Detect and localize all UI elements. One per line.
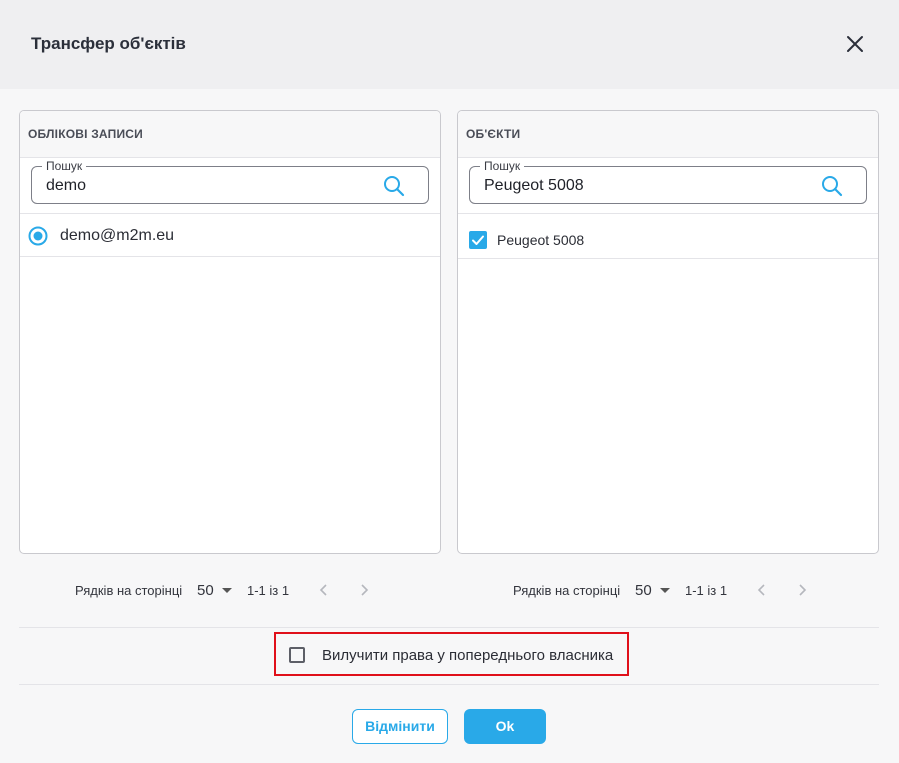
accounts-panel-header: ОБЛІКОВІ ЗАПИСИ: [20, 111, 440, 158]
objects-panel-title: ОБ'ЄКТИ: [466, 127, 521, 141]
account-label: demo@m2m.eu: [60, 227, 175, 244]
objects-search-input[interactable]: Пошук Peugeot 5008: [469, 159, 867, 204]
page-range: 1-1 із 1: [685, 583, 728, 598]
chevron-left-icon[interactable]: [754, 581, 770, 599]
objects-panel: ОБ'ЄКТИ Пошук Peugeot 5008 Peugeot 5008: [457, 110, 879, 554]
object-label: Peugeot 5008: [497, 232, 585, 248]
rows-per-page-select[interactable]: 50: [635, 582, 652, 599]
accounts-search-input[interactable]: Пошук demo: [31, 159, 429, 204]
cancel-button[interactable]: Відмінити: [352, 709, 448, 744]
revoke-rights-checkbox[interactable]: [289, 647, 305, 663]
account-list-item[interactable]: demo@m2m.eu: [20, 214, 440, 257]
dialog-header: Трансфер об'єктів: [0, 0, 899, 89]
search-icon[interactable]: [382, 174, 406, 198]
chevron-down-icon[interactable]: [660, 588, 670, 593]
objects-search-value[interactable]: Peugeot 5008: [484, 177, 584, 195]
object-list-item[interactable]: Peugeot 5008: [458, 214, 878, 259]
rows-per-page-label: Рядків на сторінці: [513, 583, 621, 598]
objects-panel-header: ОБ'ЄКТИ: [458, 111, 878, 158]
accounts-panel-title: ОБЛІКОВІ ЗАПИСИ: [28, 127, 143, 141]
chevron-right-icon[interactable]: [794, 581, 810, 599]
dialog-title: Трансфер об'єктів: [31, 34, 186, 53]
accounts-panel: ОБЛІКОВІ ЗАПИСИ Пошук demo demo@m2m.eu: [19, 110, 441, 554]
close-icon[interactable]: [841, 30, 869, 58]
search-icon[interactable]: [820, 174, 844, 198]
radio-selected-icon[interactable]: [28, 226, 48, 246]
objects-search-label: Пошук: [480, 159, 525, 173]
ok-button[interactable]: Ok: [464, 709, 546, 744]
revoke-rights-label: Вилучити права у попереднього власника: [322, 647, 614, 664]
divider: [19, 684, 879, 685]
accounts-search-value[interactable]: demo: [46, 177, 86, 195]
objects-search-zone: Пошук Peugeot 5008: [458, 158, 878, 214]
accounts-search-label: Пошук: [42, 159, 87, 173]
objects-pager: Рядків на сторінці 50 1-1 із 1: [0, 581, 899, 601]
divider: [19, 627, 879, 628]
accounts-search-zone: Пошук demo: [20, 158, 440, 214]
checkbox-checked-icon[interactable]: [469, 231, 487, 249]
